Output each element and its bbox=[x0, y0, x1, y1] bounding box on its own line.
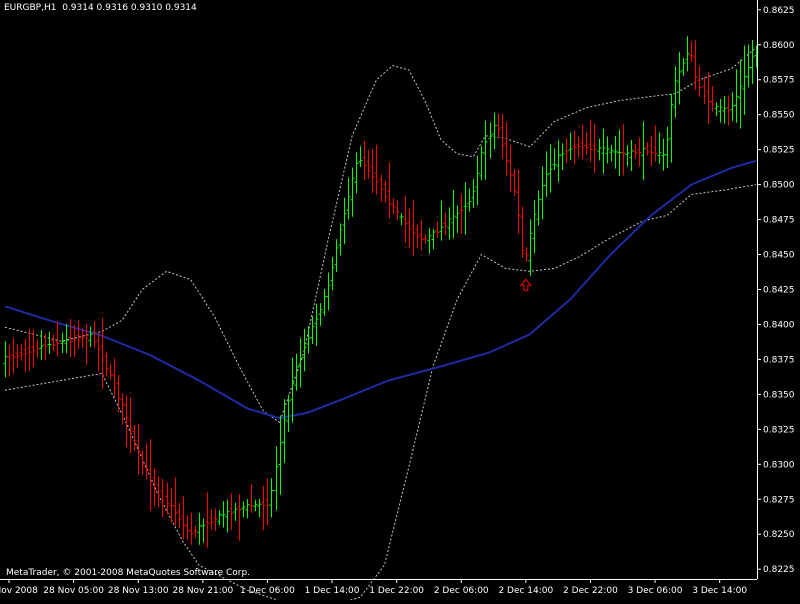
x-tick-label: 28 Nov 05:00 bbox=[43, 586, 104, 596]
y-tick-label: 0.8525 bbox=[763, 146, 795, 156]
x-tick-label: 28 Nov 21:00 bbox=[173, 586, 234, 596]
y-tick-label: 0.8225 bbox=[763, 565, 795, 575]
y-tick-label: 0.8350 bbox=[763, 390, 795, 400]
x-tick-label: 27 Nov 2008 bbox=[0, 586, 38, 596]
y-tick-label: 0.8575 bbox=[763, 76, 795, 86]
y-tick-label: 0.8475 bbox=[763, 216, 795, 226]
y-tick-label: 0.8425 bbox=[763, 286, 795, 296]
y-tick-label: 0.8375 bbox=[763, 355, 795, 365]
y-tick-label: 0.8550 bbox=[763, 111, 795, 121]
x-tick-label: 3 Dec 06:00 bbox=[628, 586, 683, 596]
x-tick-label: 1 Dec 06:00 bbox=[240, 586, 295, 596]
x-tick-label: 1 Dec 14:00 bbox=[305, 586, 360, 596]
x-tick-label: 2 Dec 06:00 bbox=[434, 586, 489, 596]
y-tick-label: 0.8400 bbox=[763, 320, 795, 330]
price-chart[interactable]: 0.8625 0.8600 0.8575 0.8550 0.8525 0.8500 0.84… bbox=[0, 0, 800, 604]
x-tick-label: 1 Dec 22:00 bbox=[369, 586, 424, 596]
x-tick-label: 2 Dec 14:00 bbox=[498, 586, 553, 596]
x-tick-label: 28 Nov 13:00 bbox=[108, 586, 169, 596]
y-tick-label: 0.8625 bbox=[763, 6, 795, 16]
y-tick-label: 0.8300 bbox=[763, 460, 795, 470]
x-tick-label: 2 Dec 22:00 bbox=[563, 586, 618, 596]
y-tick-label: 0.8275 bbox=[763, 495, 795, 505]
y-tick-label: 0.8325 bbox=[763, 425, 795, 435]
symbol-label: EURGBP,H1 bbox=[4, 3, 57, 13]
y-tick-label: 0.8450 bbox=[763, 251, 795, 261]
y-tick-label: 0.8500 bbox=[763, 181, 795, 191]
y-tick-label: 0.8600 bbox=[763, 41, 795, 51]
copyright-text: MetaTrader, © 2001-2008 MetaQuotes Softw… bbox=[6, 568, 251, 578]
y-tick-label: 0.8250 bbox=[763, 530, 795, 540]
ohlc-values: 0.9314 0.9316 0.9310 0.9314 bbox=[62, 3, 197, 13]
chart-canvas[interactable]: 0.8625 0.8600 0.8575 0.8550 0.8525 0.8500 0.84… bbox=[0, 0, 800, 604]
x-tick-label: 3 Dec 14:00 bbox=[692, 586, 747, 596]
chart-header: EURGBP,H1 0.9314 0.9316 0.9310 0.9314 bbox=[4, 3, 197, 13]
